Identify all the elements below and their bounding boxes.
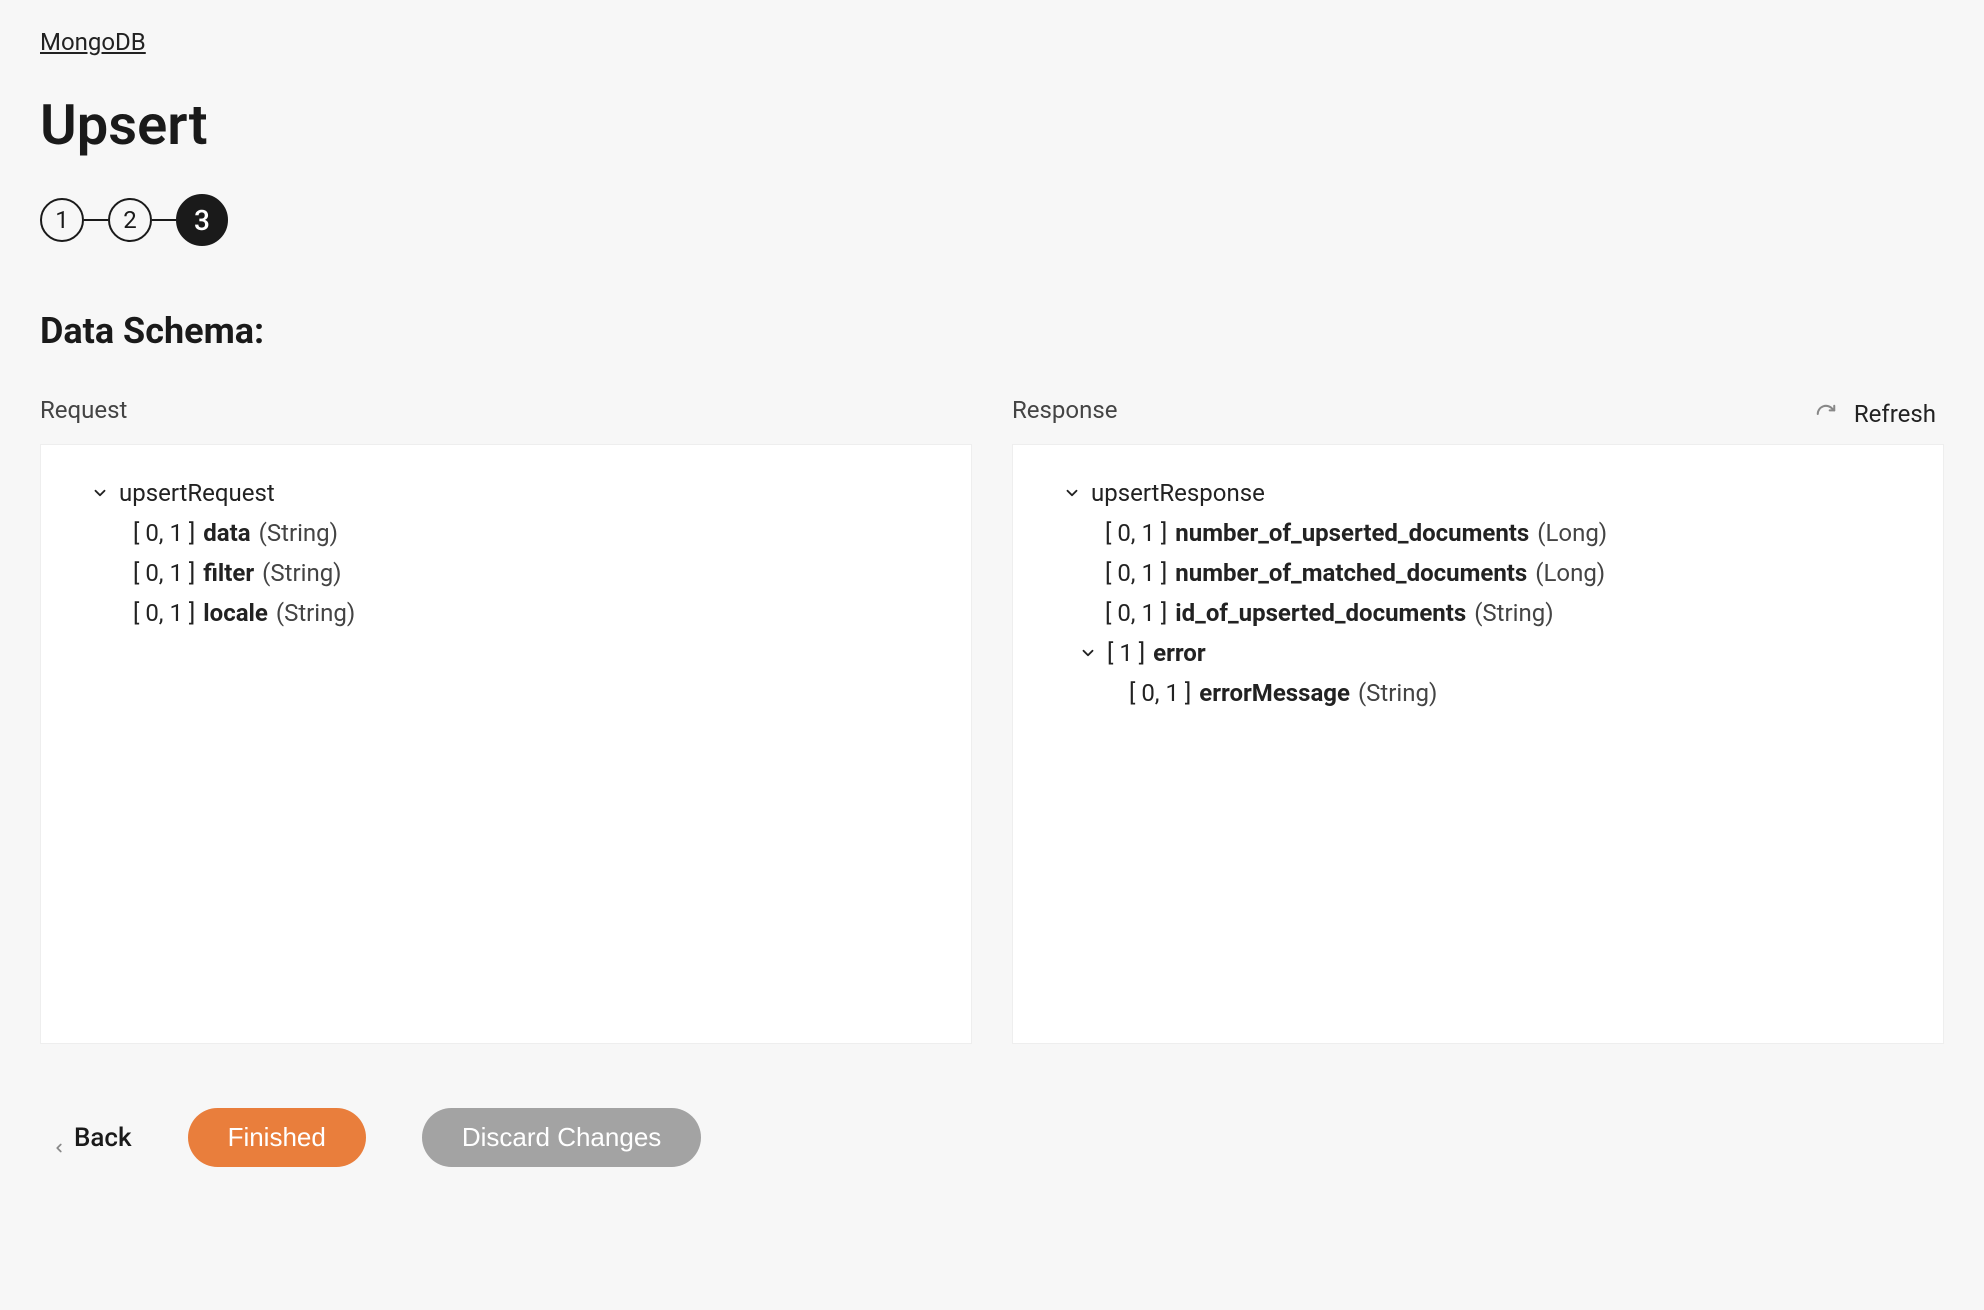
- cardinality: [ 0, 1 ]: [1129, 679, 1191, 707]
- field-name: locale: [203, 599, 268, 627]
- field-type: (Long): [1537, 519, 1607, 547]
- response-column: Response upsertResponse [ 0, 1 ] number_…: [1012, 436, 1944, 1044]
- response-label: Response: [1012, 396, 1944, 424]
- field-name: id_of_upserted_documents: [1175, 599, 1466, 627]
- field-name: filter: [203, 559, 254, 587]
- tree-node-label: upsertResponse: [1091, 479, 1265, 507]
- tree-leaf: [ 0, 1 ] number_of_upserted_documents (L…: [1105, 513, 1895, 553]
- field-name: data: [203, 519, 250, 547]
- schema-panels: Request upsertRequest [ 0, 1 ] data (Str…: [40, 436, 1944, 1044]
- footer-actions: Back Finished Discard Changes: [40, 1108, 1944, 1167]
- cardinality: [ 0, 1 ]: [1105, 519, 1167, 547]
- stepper: 1 2 3: [40, 194, 1944, 246]
- field-type: (String): [1474, 599, 1553, 627]
- back-label: Back: [74, 1123, 132, 1153]
- chevron-left-icon: [52, 1132, 64, 1144]
- request-label: Request: [40, 396, 972, 424]
- cardinality: [ 0, 1 ]: [1105, 559, 1167, 587]
- page-title: Upsert: [40, 92, 1944, 158]
- tree-children: [ 0, 1 ] data (String) [ 0, 1 ] filter (…: [133, 513, 923, 633]
- cardinality: [ 0, 1 ]: [133, 599, 195, 627]
- chevron-down-icon: [1077, 642, 1099, 664]
- field-type: (String): [262, 559, 341, 587]
- field-name: number_of_matched_documents: [1175, 559, 1527, 587]
- request-panel: upsertRequest [ 0, 1 ] data (String) [ 0…: [40, 444, 972, 1044]
- finished-button[interactable]: Finished: [188, 1108, 366, 1167]
- tree-leaf: [ 0, 1 ] errorMessage (String): [1129, 673, 1895, 713]
- tree-leaf: [ 0, 1 ] locale (String): [133, 593, 923, 633]
- tree-node-root[interactable]: upsertRequest: [89, 473, 923, 513]
- cardinality: [ 0, 1 ]: [133, 519, 195, 547]
- field-name: errorMessage: [1199, 679, 1350, 707]
- tree-node-label: upsertRequest: [119, 479, 275, 507]
- cardinality: [ 0, 1 ]: [133, 559, 195, 587]
- step-connector: [152, 219, 176, 221]
- step-2[interactable]: 2: [108, 198, 152, 242]
- chevron-down-icon: [89, 482, 111, 504]
- step-connector: [84, 219, 108, 221]
- field-type: (String): [276, 599, 355, 627]
- request-column: Request upsertRequest [ 0, 1 ] data (Str…: [40, 436, 972, 1044]
- chevron-down-icon: [1061, 482, 1083, 504]
- field-name: error: [1153, 639, 1206, 667]
- breadcrumb-link[interactable]: MongoDB: [40, 28, 146, 56]
- tree-leaf: [ 0, 1 ] data (String): [133, 513, 923, 553]
- step-3[interactable]: 3: [176, 194, 228, 246]
- tree-node-error[interactable]: [ 1 ] error: [1077, 633, 1895, 673]
- step-1[interactable]: 1: [40, 198, 84, 242]
- field-type: (String): [1358, 679, 1437, 707]
- tree-leaf: [ 0, 1 ] id_of_upserted_documents (Strin…: [1105, 593, 1895, 633]
- tree-children: [ 0, 1 ] errorMessage (String): [1129, 673, 1895, 713]
- tree-node-root[interactable]: upsertResponse: [1061, 473, 1895, 513]
- cardinality: [ 0, 1 ]: [1105, 599, 1167, 627]
- tree-leaf: [ 0, 1 ] number_of_matched_documents (Lo…: [1105, 553, 1895, 593]
- field-type: (String): [259, 519, 338, 547]
- response-panel: upsertResponse [ 0, 1 ] number_of_upsert…: [1012, 444, 1944, 1044]
- section-title: Data Schema:: [40, 310, 1944, 352]
- cardinality: [ 1 ]: [1107, 639, 1145, 667]
- back-button[interactable]: Back: [40, 1123, 132, 1153]
- field-name: number_of_upserted_documents: [1175, 519, 1529, 547]
- tree-leaf: [ 0, 1 ] filter (String): [133, 553, 923, 593]
- discard-button[interactable]: Discard Changes: [422, 1108, 701, 1167]
- tree-children: [ 0, 1 ] number_of_upserted_documents (L…: [1105, 513, 1895, 713]
- field-type: (Long): [1535, 559, 1605, 587]
